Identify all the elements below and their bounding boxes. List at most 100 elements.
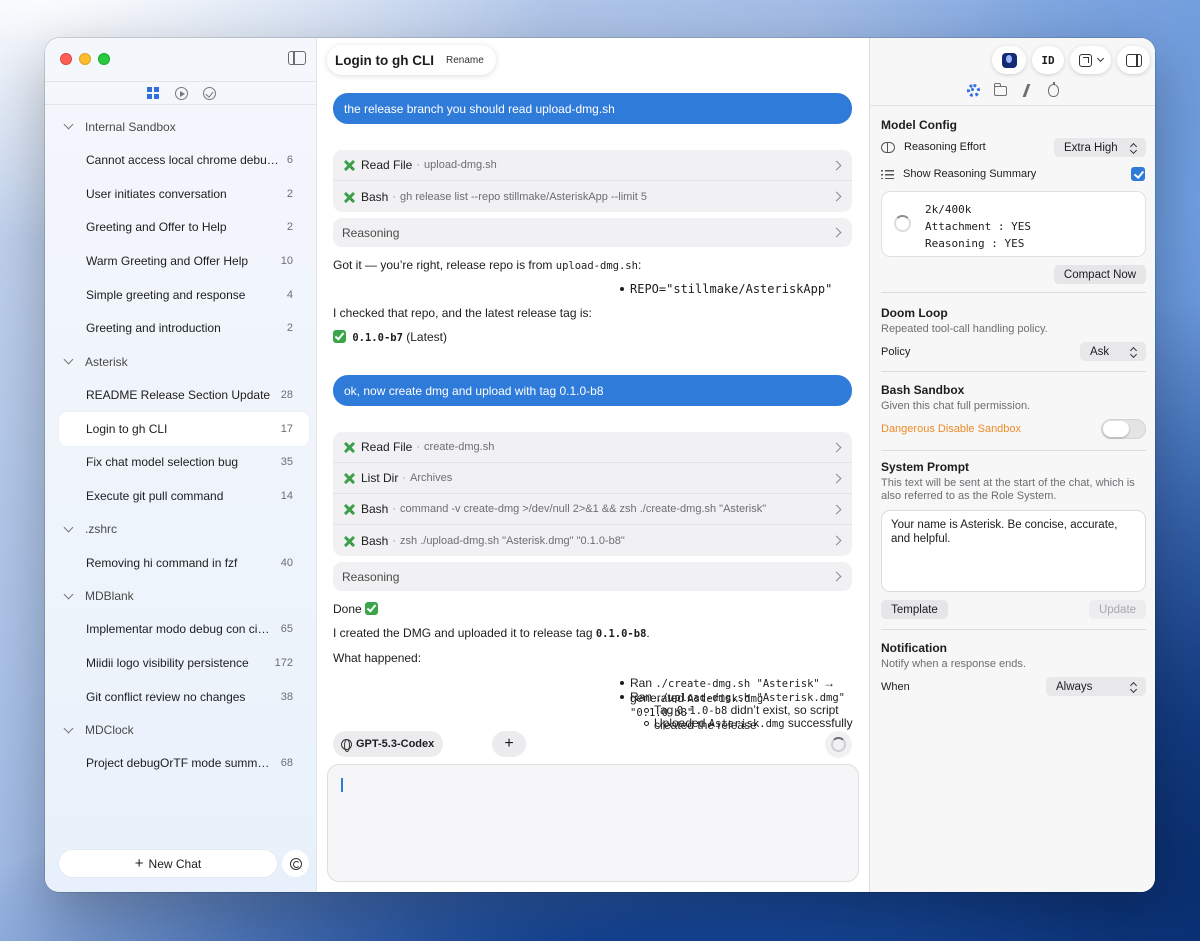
group-header[interactable]: Asterisk [45, 345, 317, 378]
chat-item-count: 35 [280, 456, 293, 469]
zoom-window-button[interactable] [98, 53, 110, 65]
chat-item[interactable]: Git conflict review no changes 38 [59, 680, 309, 714]
chevron-right-icon [831, 442, 842, 452]
divider [881, 450, 1146, 451]
tool-name: Bash [361, 533, 389, 548]
show-summary-row: Show Reasoning Summary [881, 168, 1036, 180]
avatar-button[interactable] [992, 46, 1026, 74]
reasoning-effort-select[interactable]: Extra High [1054, 138, 1146, 157]
context-usage: 2k/400k [925, 203, 972, 216]
assistant-message-line: Done [333, 601, 852, 617]
bug-icon[interactable] [1048, 82, 1059, 97]
show-summary-checkbox[interactable] [1131, 167, 1145, 181]
chevron-down-icon [63, 723, 74, 734]
separator-dot: · [392, 503, 397, 515]
chat-item-count: 17 [280, 422, 293, 435]
chevron-down-icon [63, 354, 74, 365]
chat-item[interactable]: Miidii logo visibility persistence 172 [59, 646, 309, 680]
update-button[interactable]: Update [1089, 600, 1146, 619]
message-text: . [646, 626, 650, 640]
chat-list: Internal Sandbox Cannot access local chr… [45, 110, 317, 780]
settings-button[interactable] [282, 850, 309, 877]
context-usage-ring [894, 215, 911, 232]
app-window: Internal Sandbox Cannot access local chr… [45, 38, 1155, 892]
chevron-right-icon [831, 571, 842, 582]
sidebar-toggle-icon[interactable] [288, 51, 306, 65]
compact-now-button[interactable]: Compact Now [1054, 265, 1146, 284]
notification-when-select[interactable]: Always [1046, 677, 1146, 696]
separator-dot: · [416, 159, 421, 171]
id-label: ID [1041, 53, 1055, 67]
tool-call-row[interactable]: Bash · command -v create-dmg >/dev/null 2… [333, 494, 852, 525]
group-header[interactable]: MDBlank [45, 580, 317, 613]
close-window-button[interactable] [60, 53, 72, 65]
disable-sandbox-toggle[interactable] [1101, 419, 1146, 439]
group-header[interactable]: Internal Sandbox [45, 110, 317, 143]
policy-select[interactable]: Ask [1080, 342, 1146, 361]
chat-item[interactable]: Implementar modo debug con cinco… 65 [59, 613, 309, 647]
folder-icon[interactable] [994, 83, 1007, 96]
new-chat-button[interactable]: + New Chat [59, 850, 277, 877]
window-controls [60, 53, 110, 65]
bolt-icon[interactable] [1021, 84, 1034, 97]
chat-title-bar: Login to gh CLI Rename [327, 45, 496, 75]
tool-call-row[interactable]: Bash · zsh ./upload-dmg.sh "Asterisk.dmg"… [333, 525, 852, 556]
chat-item-count: 14 [280, 490, 293, 503]
chat-item[interactable]: Project debugOrTF mode summary 68 [59, 747, 309, 781]
tool-call-row[interactable]: Read File · create-dmg.sh [333, 432, 852, 463]
play-icon[interactable] [174, 86, 188, 100]
chat-item[interactable]: Execute git pull command 14 [59, 479, 309, 513]
chat-item[interactable]: Warm Greeting and Offer Help 10 [59, 244, 309, 278]
chat-item-active[interactable]: Login to gh CLI 17 [59, 411, 309, 446]
sidebar-mode-tabs [45, 81, 317, 105]
reasoning-toggle[interactable]: Reasoning [333, 562, 852, 591]
chat-item-count: 2 [286, 187, 293, 200]
chat-item[interactable]: Cannot access local chrome debuggi… 6 [59, 143, 309, 177]
bash-sandbox-subtitle: Given this chat full permission. [881, 400, 1031, 412]
template-button[interactable]: Template [881, 600, 948, 619]
chat-item[interactable]: Fix chat model selection bug 35 [59, 446, 309, 480]
notification-subtitle: Notify when a response ends. [881, 658, 1026, 670]
tool-call-row[interactable]: List Dir · Archives [333, 463, 852, 494]
grid-icon[interactable] [146, 86, 160, 100]
loading-spinner[interactable] [825, 731, 852, 758]
share-menu-button[interactable] [1070, 46, 1111, 74]
dangerous-disable-sandbox-label: Dangerous Disable Sandbox [881, 423, 1022, 435]
chat-item[interactable]: Removing hi command in fzf 40 [59, 546, 309, 580]
group-name: MDClock [85, 723, 134, 738]
message-text: : [637, 258, 642, 272]
rename-button[interactable]: Rename [446, 55, 484, 66]
panel-toggle-button[interactable] [1117, 46, 1150, 74]
message-input[interactable] [327, 764, 859, 882]
id-button[interactable]: ID [1032, 46, 1064, 74]
globe-icon [341, 738, 352, 752]
group-header[interactable]: MDClock [45, 714, 317, 747]
chat-item[interactable]: Simple greeting and response 4 [59, 278, 309, 312]
spinner-icon [831, 737, 846, 752]
gear-icon[interactable] [967, 84, 980, 97]
model-name: GPT-5.3-Codex [356, 738, 435, 750]
model-selector[interactable]: GPT-5.3-Codex [333, 731, 444, 757]
tool-call-row[interactable]: Bash · gh release list --repo stillmake/A… [333, 181, 852, 212]
text-caret [341, 778, 343, 792]
tool-call-row[interactable]: Read File · upload-dmg.sh [333, 150, 852, 181]
check-emoji-icon [333, 330, 346, 343]
inline-code: REPO="stillmake/AsteriskApp" [630, 282, 833, 296]
chevron-up-down-icon [1130, 682, 1136, 692]
assistant-message-line: I checked that repo, and the latest rele… [333, 305, 852, 321]
group-header[interactable]: .zshrc [45, 513, 317, 546]
system-prompt-input[interactable]: Your name is Asterisk. Be concise, accur… [881, 510, 1146, 592]
select-value: Ask [1090, 345, 1110, 358]
minimize-window-button[interactable] [79, 53, 91, 65]
add-attachment-button[interactable]: + [492, 731, 526, 757]
brain-icon [881, 141, 895, 153]
chat-item[interactable]: User initiates conversation 2 [59, 177, 309, 211]
settings-icon [289, 857, 302, 870]
reasoning-toggle[interactable]: Reasoning [333, 218, 852, 247]
chat-item[interactable]: Greeting and Offer to Help 2 [59, 210, 309, 244]
checkmark-circle-icon[interactable] [202, 86, 216, 100]
chat-item[interactable]: README Release Section Update 28 [59, 378, 309, 412]
assistant-message-line: 0.1.0-b7 (Latest) [333, 329, 852, 346]
chat-item-title: Execute git pull command [86, 489, 224, 504]
chat-item[interactable]: Greeting and introduction 2 [59, 311, 309, 345]
